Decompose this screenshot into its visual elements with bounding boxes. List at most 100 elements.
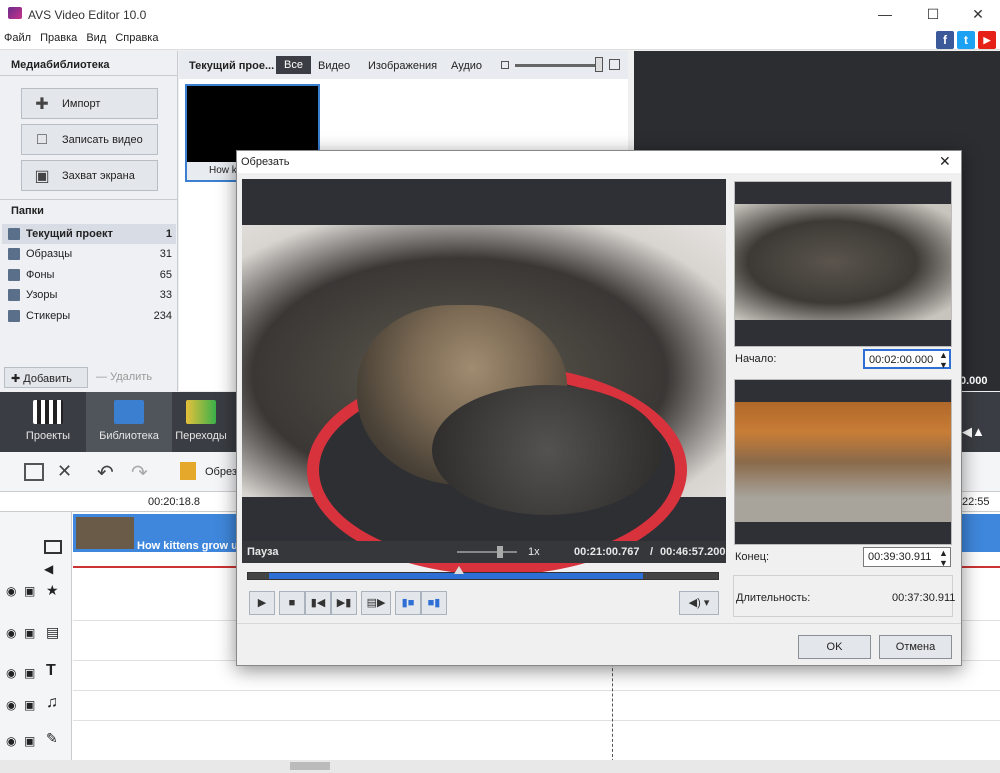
lock-icon[interactable]: ▣	[24, 626, 35, 640]
dialog-divider	[237, 623, 961, 624]
start-time-input[interactable]: 00:02:00.000	[863, 349, 951, 369]
folder-count: 234	[153, 310, 172, 322]
video-frame-image	[242, 225, 726, 575]
lock-icon[interactable]: ▣	[24, 698, 35, 712]
menu-view[interactable]: Вид	[82, 28, 106, 44]
timeline-scrollbar[interactable]	[0, 760, 1000, 773]
folder-count: 1	[165, 228, 172, 240]
zoom-slider-track[interactable]	[515, 64, 597, 67]
trim-dialog: Обрезать ✕ Пауза 1x 00:21:00.767 / 00:46…	[236, 150, 962, 666]
divider	[0, 199, 177, 200]
folder-current-project[interactable]: Текущий проект 1	[2, 224, 176, 244]
delete-icon[interactable]: ✕	[57, 461, 72, 482]
set-end-button[interactable]: ■▮	[421, 591, 447, 615]
screen-capture-button[interactable]: ▣ Захват экрана	[21, 160, 158, 191]
zoom-slider-handle[interactable]	[595, 57, 603, 72]
folder-stickers[interactable]: Стикеры 234	[2, 306, 176, 326]
folders-title: Папки	[11, 205, 44, 217]
eye-icon[interactable]: ◉	[6, 698, 16, 712]
tab-audio[interactable]: Аудио	[451, 60, 482, 72]
zoom-large-icon[interactable]	[609, 59, 620, 70]
audio-mute-icon[interactable]: ◀	[44, 562, 53, 576]
lock-icon[interactable]: ▣	[24, 666, 35, 680]
add-folder-button[interactable]: ✚ Добавить	[4, 367, 88, 388]
tab-current-project[interactable]: Текущий прое...	[189, 60, 274, 72]
playback-status: Пауза	[247, 546, 279, 558]
video-track-icon	[44, 540, 62, 554]
tab-video[interactable]: Видео	[318, 60, 350, 72]
folder-backgrounds[interactable]: Фоны 65	[2, 265, 176, 285]
zoom-small-icon[interactable]	[501, 61, 509, 69]
play-button[interactable]: ▶	[249, 591, 275, 615]
ruler-time-right: 22:55	[962, 496, 990, 508]
close-button[interactable]: ✕	[955, 0, 1000, 28]
menu-edit[interactable]: Правка	[36, 28, 77, 44]
split-button[interactable]: ▤▶	[361, 591, 391, 615]
redo-icon[interactable]: ↷	[131, 460, 148, 485]
lock-icon[interactable]: ▣	[24, 584, 35, 598]
end-label: Конец:	[735, 551, 770, 563]
import-button[interactable]: ✚ Импорт	[21, 88, 158, 119]
record-video-button[interactable]: □ Записать видео	[21, 124, 158, 155]
window-title: AVS Video Editor 10.0	[28, 8, 147, 22]
stop-button[interactable]: ■	[279, 591, 305, 615]
menu-file[interactable]: Файл	[0, 28, 31, 44]
menu-help[interactable]: Справка	[111, 28, 158, 44]
tab-images[interactable]: Изображения	[368, 60, 437, 72]
twitter-icon[interactable]: t	[957, 31, 975, 49]
transitions-icon	[186, 400, 216, 424]
next-frame-button[interactable]: ▶▮	[331, 591, 357, 615]
speed-slider-handle[interactable]	[497, 546, 503, 558]
folder-count: 65	[159, 269, 172, 281]
folder-patterns[interactable]: Узоры 33	[2, 285, 176, 305]
volume-button[interactable]: ◀) ▾	[679, 591, 719, 615]
facebook-icon[interactable]: f	[936, 31, 954, 49]
record-video-label: Записать видео	[62, 133, 143, 146]
folder-icon	[8, 289, 20, 301]
tab-all[interactable]: Все	[276, 56, 311, 74]
import-label: Импорт	[62, 97, 101, 110]
lock-icon[interactable]: ▣	[24, 734, 35, 748]
media-library-title: Медиабиблиотека	[11, 59, 110, 71]
microphone-track-icon: ✎	[46, 730, 58, 746]
start-spinner-icon[interactable]: ▲ ▼	[939, 350, 948, 370]
eye-icon[interactable]: ◉	[6, 584, 16, 598]
duration-box: Длительность: 00:37:30.911	[733, 575, 955, 617]
film-icon	[114, 400, 144, 424]
music-track-icon: ♫	[46, 694, 58, 711]
delete-folder-button[interactable]: — Удалить	[90, 367, 174, 388]
eye-icon[interactable]: ◉	[6, 666, 16, 680]
dialog-close-icon[interactable]: ✕	[939, 153, 951, 170]
set-start-button[interactable]: ▮■	[395, 591, 421, 615]
scrollbar-thumb[interactable]	[290, 762, 330, 770]
previous-frame-button[interactable]: ▮◀	[305, 591, 331, 615]
folder-count: 33	[159, 289, 172, 301]
maximize-button[interactable]: ☐	[910, 0, 956, 28]
folder-icon	[8, 310, 20, 322]
ok-button[interactable]: OK	[798, 635, 871, 659]
cancel-button[interactable]: Отмена	[879, 635, 952, 659]
clip-title: How kittens grow u	[137, 540, 238, 552]
end-time-input[interactable]: 00:39:30.911	[863, 547, 951, 567]
track-divider	[73, 690, 1000, 691]
track-divider	[73, 720, 1000, 721]
eye-icon[interactable]: ◉	[6, 626, 16, 640]
youtube-icon[interactable]: ▶	[978, 31, 996, 49]
volume-icon[interactable]: ◀▲	[962, 424, 985, 440]
trim-icon[interactable]	[180, 462, 196, 480]
undo-icon[interactable]: ↶	[97, 460, 114, 485]
nav-transitions[interactable]: Переходы	[158, 392, 244, 452]
seek-handle[interactable]	[454, 566, 465, 574]
clip-thumbnail	[76, 517, 134, 549]
speed-slider[interactable]	[457, 551, 517, 553]
minimize-button[interactable]: —	[862, 0, 908, 28]
media-tabs: Текущий прое... Все Видео Изображения Ау…	[179, 51, 628, 79]
storyboard-icon[interactable]	[24, 463, 44, 481]
menu-bar: Файл Правка Вид Справка	[0, 28, 1000, 50]
nav-projects[interactable]: Проекты	[5, 392, 91, 452]
eye-icon[interactable]: ◉	[6, 734, 16, 748]
end-spinner-icon[interactable]: ▲ ▼	[939, 548, 948, 568]
folder-samples[interactable]: Образцы 31	[2, 244, 176, 264]
end-frame-preview	[734, 379, 952, 545]
screen-capture-icon: ▣	[34, 167, 50, 185]
